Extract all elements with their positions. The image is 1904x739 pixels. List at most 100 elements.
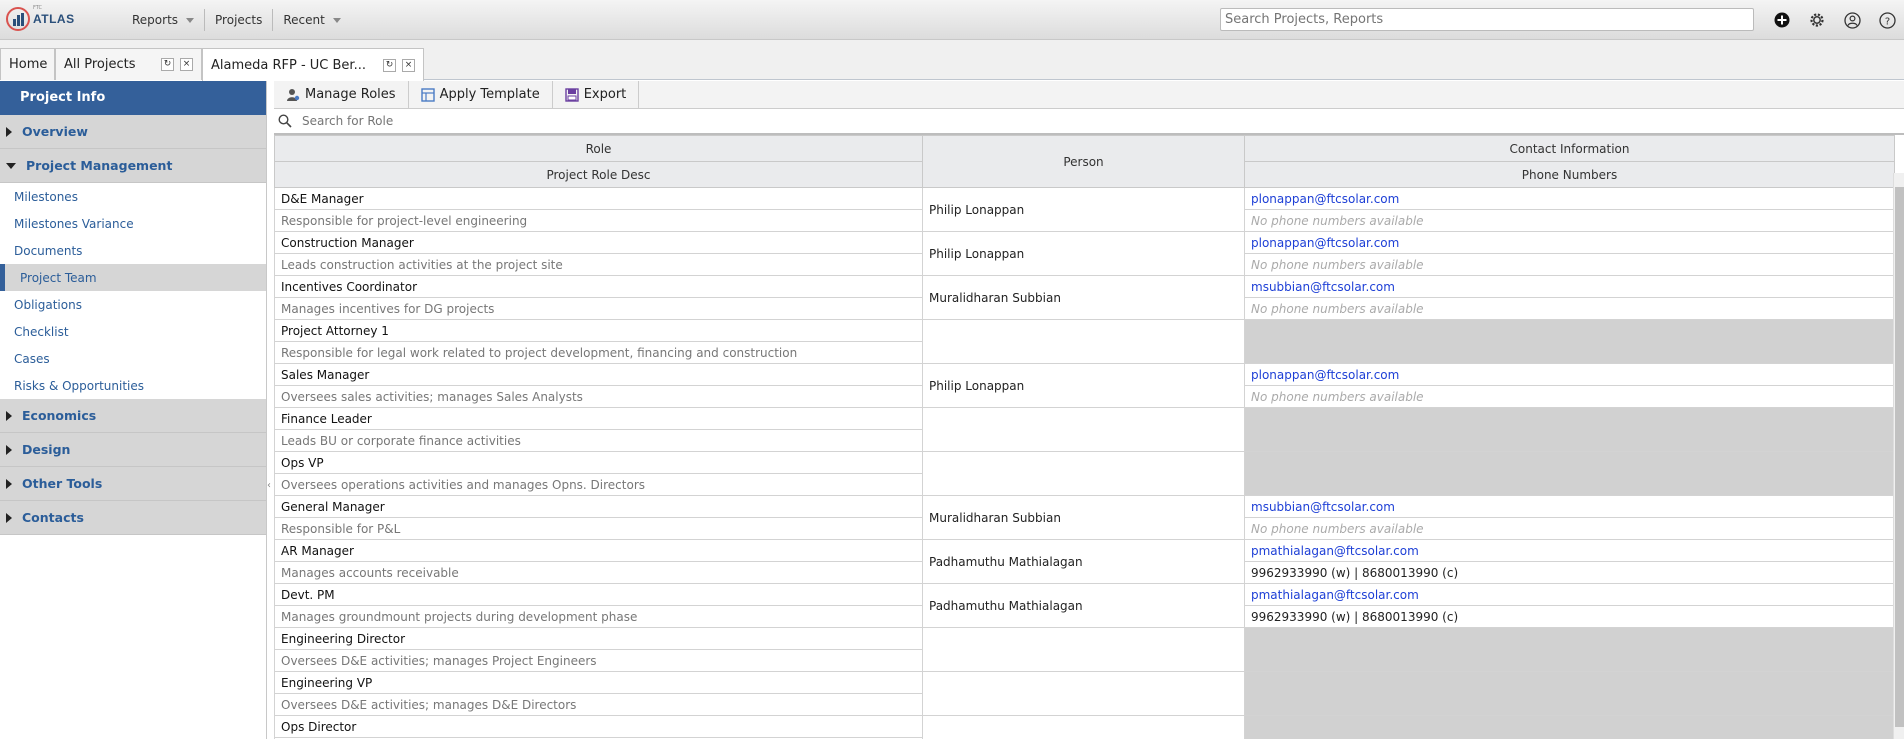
person-cell[interactable]: Philip Lonappan: [922, 187, 1245, 232]
gear-icon[interactable]: [1807, 10, 1827, 30]
role-desc-cell: Leads BU or corporate finance activities: [274, 429, 923, 452]
email-link[interactable]: pmathialagan@ftcsolar.com: [1251, 544, 1419, 558]
table-scrollbar[interactable]: [1893, 173, 1904, 739]
sidebar-item-milestones[interactable]: Milestones: [0, 183, 266, 210]
sidebar-item-project-team[interactable]: Project Team: [0, 264, 266, 291]
table-row[interactable]: Ops VP: [274, 451, 1895, 496]
sidebar-item-milestones-variance[interactable]: Milestones Variance: [0, 210, 266, 237]
table-row[interactable]: D&E Manager Philip Lonappan plonappan@ftcs…: [274, 187, 1895, 232]
sidebar-group-other-tools[interactable]: Other Tools: [0, 467, 266, 501]
sidebar-item-obligations[interactable]: Obligations: [0, 291, 266, 318]
person-cell[interactable]: Muralidharan Subbian: [922, 275, 1245, 320]
sidebar-group-contacts[interactable]: Contacts: [0, 501, 266, 535]
add-circle-icon[interactable]: [1772, 10, 1792, 30]
top-icons: ?: [1772, 10, 1904, 30]
tab-all-projects[interactable]: All Projects ↻ ×: [55, 48, 202, 80]
main-nav: Reports Projects Recent: [122, 0, 351, 40]
table-row[interactable]: Incentives Coordinator Muralidharan Subbi…: [274, 275, 1895, 320]
table-row[interactable]: Construction Manager Philip Lonappan plona…: [274, 231, 1895, 276]
triangle-right-icon: [6, 512, 12, 523]
header-role[interactable]: Role: [274, 135, 923, 162]
person-cell[interactable]: [922, 627, 1245, 672]
sidebar-item-cases[interactable]: Cases: [0, 345, 266, 372]
table-row[interactable]: Finance Leader: [274, 407, 1895, 452]
table-row[interactable]: AR Manager Padhamuthu Mathialagan pmathial…: [274, 539, 1895, 584]
table-row[interactable]: Sales Manager Philip Lonappan plonappan@ft…: [274, 363, 1895, 408]
person-cell[interactable]: Padhamuthu Mathialagan: [922, 539, 1245, 584]
logo-bars-icon: [13, 13, 25, 26]
email-link[interactable]: msubbian@ftcsolar.com: [1251, 500, 1395, 514]
search-input[interactable]: [1220, 8, 1754, 31]
person-cell[interactable]: [922, 671, 1245, 716]
table-row[interactable]: General Manager Muralidharan Subbian msubb…: [274, 495, 1895, 540]
sidebar-item-documents[interactable]: Documents: [0, 237, 266, 264]
phone-cell: No phone numbers available: [1244, 517, 1895, 540]
sidebar-item-risks[interactable]: Risks & Opportunities: [0, 372, 266, 399]
tab-home[interactable]: Home: [0, 48, 55, 80]
tab-bar: Home All Projects ↻ × Alameda RFP - UC B…: [0, 40, 1904, 81]
triangle-down-icon: [6, 162, 16, 169]
manage-roles-button[interactable]: Manage Roles: [274, 80, 409, 109]
email-link[interactable]: plonappan@ftcsolar.com: [1251, 192, 1399, 206]
refresh-icon[interactable]: ↻: [161, 58, 174, 71]
main-content: Manage Roles Apply Template Export Role: [274, 80, 1904, 739]
person-cell[interactable]: [922, 451, 1245, 496]
atlas-logo[interactable]: FTC ATLAS: [6, 5, 76, 35]
contact-empty-cell: [1244, 319, 1895, 364]
logo-text: ATLAS: [33, 12, 75, 26]
email-cell: pmathialagan@ftcsolar.com: [1244, 539, 1895, 562]
table-row[interactable]: Engineering Director: [274, 627, 1895, 672]
person-cell[interactable]: [922, 407, 1245, 452]
logo-small-text: FTC: [33, 5, 43, 11]
nav-reports[interactable]: Reports: [122, 9, 204, 31]
header-role-desc[interactable]: Project Role Desc: [274, 161, 923, 188]
close-icon[interactable]: ×: [180, 58, 193, 71]
role-search-input[interactable]: [296, 114, 696, 128]
email-link[interactable]: msubbian@ftcsolar.com: [1251, 280, 1395, 294]
contact-empty-cell: [1244, 671, 1895, 716]
sidebar-group-overview[interactable]: Overview: [0, 115, 266, 149]
table-row[interactable]: Engineering VP: [274, 671, 1895, 716]
nav-recent-label: Recent: [283, 13, 325, 27]
scroll-thumb[interactable]: [1895, 187, 1904, 727]
table-row[interactable]: Devt. PM Padhamuthu Mathialagan pmathialag…: [274, 583, 1895, 628]
role-desc-cell: Oversees sales activities; manages Sales…: [274, 385, 923, 408]
sidebar-item-checklist[interactable]: Checklist: [0, 318, 266, 345]
top-bar: FTC ATLAS Reports Projects Recent ?: [0, 0, 1904, 40]
sidebar-group-design[interactable]: Design: [0, 433, 266, 467]
person-cell[interactable]: Philip Lonappan: [922, 363, 1245, 408]
email-link[interactable]: plonappan@ftcsolar.com: [1251, 236, 1399, 250]
header-person[interactable]: Person: [922, 135, 1245, 188]
role-desc-cell: Responsible for project-level engineerin…: [274, 209, 923, 232]
email-link[interactable]: pmathialagan@ftcsolar.com: [1251, 588, 1419, 602]
apply-template-button[interactable]: Apply Template: [409, 80, 553, 109]
phone-cell: No phone numbers available: [1244, 209, 1895, 232]
sidebar-group-project-management[interactable]: Project Management: [0, 149, 266, 183]
help-icon[interactable]: ?: [1877, 10, 1897, 30]
chevron-down-icon[interactable]: [186, 17, 195, 23]
sidebar-group-economics[interactable]: Economics: [0, 399, 266, 433]
nav-projects[interactable]: Projects: [204, 9, 272, 31]
tab-alameda-rfp[interactable]: Alameda RFP - UC Ber... ↻ ×: [202, 48, 424, 81]
sidebar-group-label: Project Management: [26, 158, 173, 173]
person-cell[interactable]: Philip Lonappan: [922, 231, 1245, 276]
header-contact: Contact Information: [1244, 135, 1895, 162]
triangle-right-icon: [6, 126, 12, 137]
person-cell[interactable]: [922, 319, 1245, 364]
person-cell[interactable]: Padhamuthu Mathialagan: [922, 583, 1245, 628]
role-desc-cell: Oversees D&E activities; manages D&E Dir…: [274, 693, 923, 716]
role-name-cell: Engineering Director: [274, 627, 923, 650]
chevron-down-icon[interactable]: [332, 17, 341, 23]
person-cell[interactable]: Muralidharan Subbian: [922, 495, 1245, 540]
refresh-icon[interactable]: ↻: [383, 58, 396, 72]
phone-cell: 9962933990 (w) | 8680013990 (c): [1244, 561, 1895, 584]
person-cell[interactable]: [922, 715, 1245, 739]
contact-empty-cell: [1244, 715, 1895, 739]
user-icon[interactable]: [1842, 10, 1862, 30]
export-button[interactable]: Export: [553, 80, 640, 109]
table-row[interactable]: Project Attorney 1: [274, 319, 1895, 364]
nav-recent[interactable]: Recent: [272, 9, 350, 31]
table-row[interactable]: Ops Director: [274, 715, 1895, 739]
email-link[interactable]: plonappan@ftcsolar.com: [1251, 368, 1399, 382]
close-icon[interactable]: ×: [402, 58, 415, 72]
